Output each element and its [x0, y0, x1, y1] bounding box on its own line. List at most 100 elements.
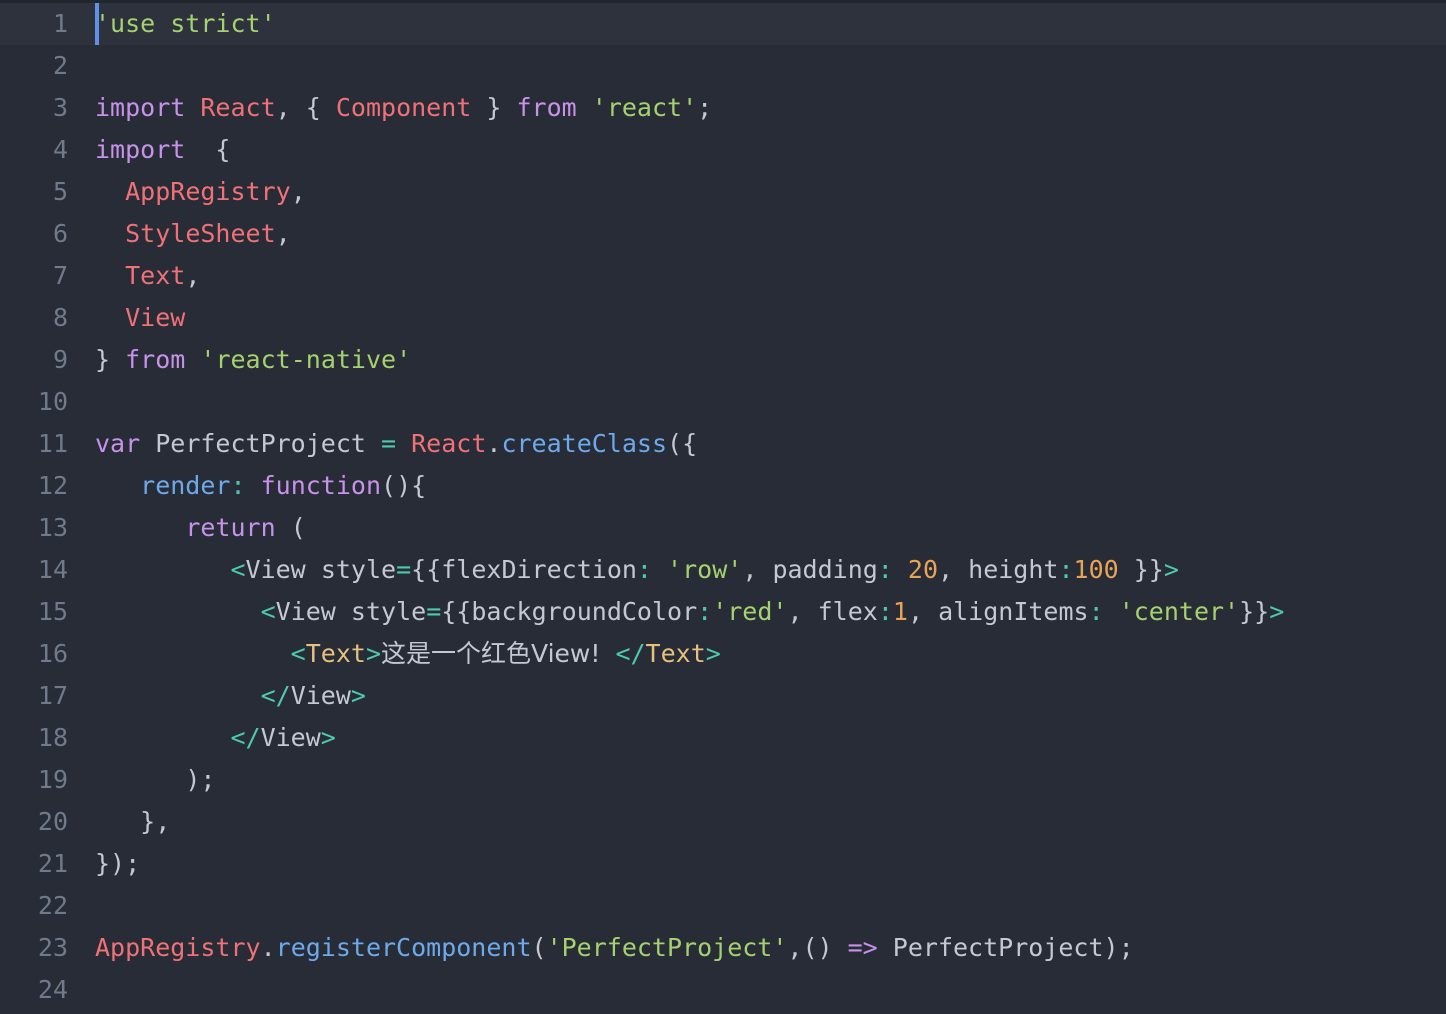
code-line[interactable]: 17 </View> — [0, 675, 1446, 717]
code-token: , — [275, 219, 291, 248]
line-content: }, — [95, 801, 170, 843]
code-token: : — [877, 597, 893, 626]
code-line[interactable]: 7 Text, — [0, 255, 1446, 297]
code-token: , — [938, 555, 954, 584]
code-line[interactable]: 22 — [0, 885, 1446, 927]
code-token: 100 — [1073, 555, 1119, 584]
line-number: 10 — [37, 387, 68, 416]
line-number: 2 — [52, 51, 68, 80]
line-number: 8 — [52, 303, 68, 332]
code-token: (){ — [381, 471, 427, 500]
code-line[interactable]: 6 StyleSheet, — [0, 213, 1446, 255]
line-content: 'use strict' — [95, 3, 276, 45]
code-token: > — [705, 639, 721, 668]
line-content: <Text>这是一个红色View! </Text> — [95, 633, 721, 675]
code-token: }} — [1239, 597, 1270, 626]
code-token: ({ — [667, 429, 698, 458]
code-token: < — [260, 597, 276, 626]
code-token: View — [125, 303, 186, 332]
line-number: 22 — [37, 891, 68, 920]
code-token: from — [516, 93, 577, 122]
line-number: 18 — [37, 723, 68, 752]
code-line[interactable]: 24 — [0, 969, 1446, 1011]
code-token: ,() — [787, 933, 833, 962]
code-token: padding — [772, 555, 878, 584]
code-token: . — [486, 429, 502, 458]
code-line[interactable]: 19 ); — [0, 759, 1446, 801]
code-token: , — [290, 177, 306, 206]
code-line[interactable]: 5 AppRegistry, — [0, 171, 1446, 213]
line-number: 12 — [37, 471, 68, 500]
code-token: style — [350, 597, 427, 626]
code-token: } — [95, 345, 111, 374]
code-token: < — [230, 555, 246, 584]
code-line[interactable]: 12 render: function(){ — [0, 465, 1446, 507]
line-number: 6 — [52, 219, 68, 248]
code-line[interactable]: 18 </View> — [0, 717, 1446, 759]
code-token: 'red' — [712, 597, 788, 626]
code-token: AppRegistry — [125, 177, 291, 206]
code-token: } — [471, 93, 502, 122]
code-line[interactable]: 14 <View style={{flexDirection: 'row', p… — [0, 549, 1446, 591]
code-line[interactable]: 16 <Text>这是一个红色View! </Text> — [0, 633, 1446, 675]
code-line[interactable]: 10 — [0, 381, 1446, 423]
line-content: AppRegistry.registerComponent('PerfectPr… — [95, 927, 1134, 969]
code-token: : — [877, 555, 893, 584]
code-token: 'use strict' — [95, 9, 276, 38]
code-line[interactable]: 2 — [0, 45, 1446, 87]
code-line[interactable]: 13 return ( — [0, 507, 1446, 549]
code-line[interactable]: 11 var PerfectProject = React.createClass… — [0, 423, 1446, 465]
code-line[interactable]: 9} from 'react-native' — [0, 339, 1446, 381]
code-token: > — [320, 723, 336, 752]
code-token: => — [847, 933, 878, 962]
line-content: Text, — [95, 255, 200, 297]
code-line[interactable]: 1 'use strict' — [0, 3, 1446, 45]
code-token: 1 — [892, 597, 908, 626]
code-token: View — [290, 681, 351, 710]
code-line[interactable]: 21}); — [0, 843, 1446, 885]
code-token: createClass — [501, 429, 668, 458]
line-content: <View style={{backgroundColor:'red', fle… — [95, 591, 1285, 633]
code-token: </ — [230, 723, 261, 752]
text-cursor — [95, 3, 99, 45]
code-token: View — [275, 597, 336, 626]
line-number: 1 — [52, 9, 68, 38]
code-token: </ — [260, 681, 291, 710]
code-editor[interactable]: 1 'use strict' 2 3 import React, { Component… — [0, 0, 1446, 1014]
code-token: {{ — [411, 555, 442, 584]
line-number: 20 — [37, 807, 68, 836]
code-token: : — [1088, 597, 1104, 626]
code-token: Text — [125, 261, 186, 290]
line-content: ); — [95, 759, 215, 801]
editor-top-edge-strip — [0, 0, 1446, 3]
code-token: </ — [615, 639, 646, 668]
code-token: Component — [335, 93, 472, 122]
code-token: AppRegistry — [95, 933, 261, 962]
code-token: ); — [1103, 933, 1134, 962]
code-token: , — [185, 261, 201, 290]
code-line[interactable]: 3 import React, { Component } from 'react… — [0, 87, 1446, 129]
line-content: return ( — [95, 507, 305, 549]
line-number: 5 — [52, 177, 68, 206]
code-token: render — [140, 471, 231, 500]
code-line[interactable]: 23 AppRegistry.registerComponent('Perfect… — [0, 927, 1446, 969]
code-line[interactable]: 8 View — [0, 297, 1446, 339]
code-line[interactable]: 15 <View style={{backgroundColor:'red', … — [0, 591, 1446, 633]
code-token: flex — [817, 597, 878, 626]
code-token: { — [305, 93, 336, 122]
code-lines-container[interactable]: 1 'use strict' 2 3 import React, { Component… — [0, 3, 1446, 1014]
code-line[interactable]: 20 }, — [0, 801, 1446, 843]
line-number: 21 — [37, 849, 68, 878]
code-line[interactable]: 4 import { — [0, 129, 1446, 171]
